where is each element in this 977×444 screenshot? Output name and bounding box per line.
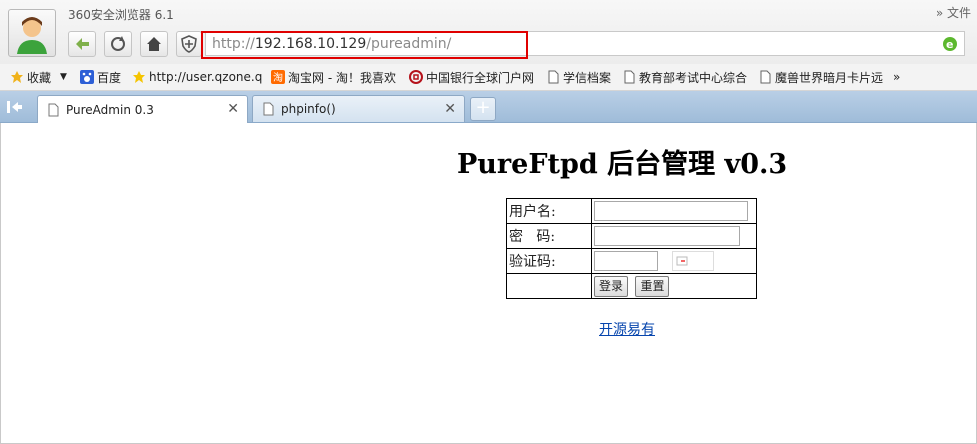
- svg-text:e: e: [946, 38, 953, 51]
- captcha-label: 验证码:: [506, 248, 592, 274]
- tab-strip: PureAdmin 0.3 ✕ phpinfo() ✕ +: [0, 91, 977, 123]
- bookmark-label: 教育部考试中心综合: [639, 70, 748, 85]
- tab-phpinfo[interactable]: phpinfo() ✕: [252, 95, 465, 122]
- page-title: PureFtpd 后台管理 v0.3: [457, 149, 788, 180]
- url-highlight-box: [201, 31, 528, 59]
- security-shield-button[interactable]: [176, 31, 202, 57]
- star-folder-icon: [10, 70, 24, 84]
- bookmark-label: 学信档案: [563, 70, 612, 85]
- page-icon: [758, 70, 772, 84]
- home-icon: [147, 37, 161, 51]
- captcha-image[interactable]: [672, 251, 715, 271]
- login-button[interactable]: 登录: [594, 275, 629, 297]
- page-icon: [622, 70, 636, 84]
- new-tab-button[interactable]: +: [470, 97, 496, 121]
- app-title: 360安全浏览器 6.1: [68, 8, 174, 22]
- broken-image-icon: [676, 256, 688, 266]
- footer-link[interactable]: 开源易有: [599, 319, 655, 339]
- captcha-input[interactable]: [594, 251, 658, 271]
- browser-toolbar: 360安全浏览器 6.1 » 文件 http://192.168.10.129/…: [0, 0, 977, 64]
- bookmark-taobao[interactable]: 淘 淘宝网 - 淘！我喜欢: [271, 69, 396, 85]
- bookmarks-bar: 收藏 ▼ 百度 http://user.qzone.q 淘 淘宝网 - 淘！我喜…: [0, 64, 977, 91]
- close-tab-icon[interactable]: ✕: [227, 101, 239, 117]
- bookmark-wow[interactable]: 魔兽世界暗月卡片远: [758, 69, 883, 85]
- tab-pureadmin[interactable]: PureAdmin 0.3 ✕: [37, 95, 248, 123]
- back-button[interactable]: [68, 31, 96, 57]
- ie-compat-icon[interactable]: e: [942, 36, 958, 55]
- refresh-icon: [111, 36, 125, 51]
- bookmarks-overflow-icon[interactable]: »: [893, 69, 900, 85]
- bookmark-boc[interactable]: 中国银行全球门户网: [409, 69, 534, 85]
- password-input[interactable]: [594, 226, 740, 246]
- baidu-paw-icon: [80, 70, 94, 84]
- chevron-down-icon: ▼: [60, 72, 67, 82]
- bookmark-label: 百度: [97, 70, 122, 85]
- taobao-icon: 淘: [271, 70, 285, 84]
- bookmark-baidu[interactable]: 百度: [80, 69, 121, 85]
- page-icon: [546, 70, 560, 84]
- bookmark-favorites[interactable]: 收藏 ▼: [10, 69, 67, 85]
- sidebar-toggle-icon[interactable]: [7, 100, 23, 117]
- bookmark-label: 收藏: [27, 70, 52, 85]
- page-icon: [263, 102, 274, 116]
- bookmark-label: 魔兽世界暗月卡片远: [775, 70, 884, 85]
- login-form: 用户名: 密 码: 验证码: 登录 重置: [506, 198, 757, 299]
- username-label: 用户名:: [506, 198, 592, 224]
- bookmark-chsi[interactable]: 学信档案: [546, 69, 611, 85]
- star-icon: [132, 70, 146, 84]
- user-avatar[interactable]: [8, 9, 56, 57]
- bank-of-china-icon: [409, 70, 423, 84]
- tab-label: phpinfo(): [281, 102, 336, 116]
- bookmark-label: 淘宝网 - 淘！我喜欢: [288, 70, 396, 85]
- toolbar-more-menu[interactable]: » 文件: [936, 4, 971, 21]
- reset-button[interactable]: 重置: [635, 275, 670, 297]
- bookmark-label: http://user.qzone.q: [149, 70, 263, 84]
- back-arrow-icon: [76, 38, 89, 50]
- tab-label: PureAdmin 0.3: [66, 102, 154, 117]
- bookmark-qzone[interactable]: http://user.qzone.q: [132, 69, 262, 85]
- shield-icon: [181, 35, 197, 53]
- page-icon: [48, 103, 59, 116]
- username-input[interactable]: [594, 201, 748, 221]
- bookmark-neea[interactable]: 教育部考试中心综合: [622, 69, 747, 85]
- svg-text:淘: 淘: [273, 71, 283, 84]
- bookmark-label: 中国银行全球门户网: [426, 70, 535, 85]
- refresh-button[interactable]: [104, 31, 132, 57]
- home-button[interactable]: [140, 31, 168, 57]
- password-label: 密 码:: [506, 223, 592, 249]
- close-tab-icon[interactable]: ✕: [444, 101, 456, 117]
